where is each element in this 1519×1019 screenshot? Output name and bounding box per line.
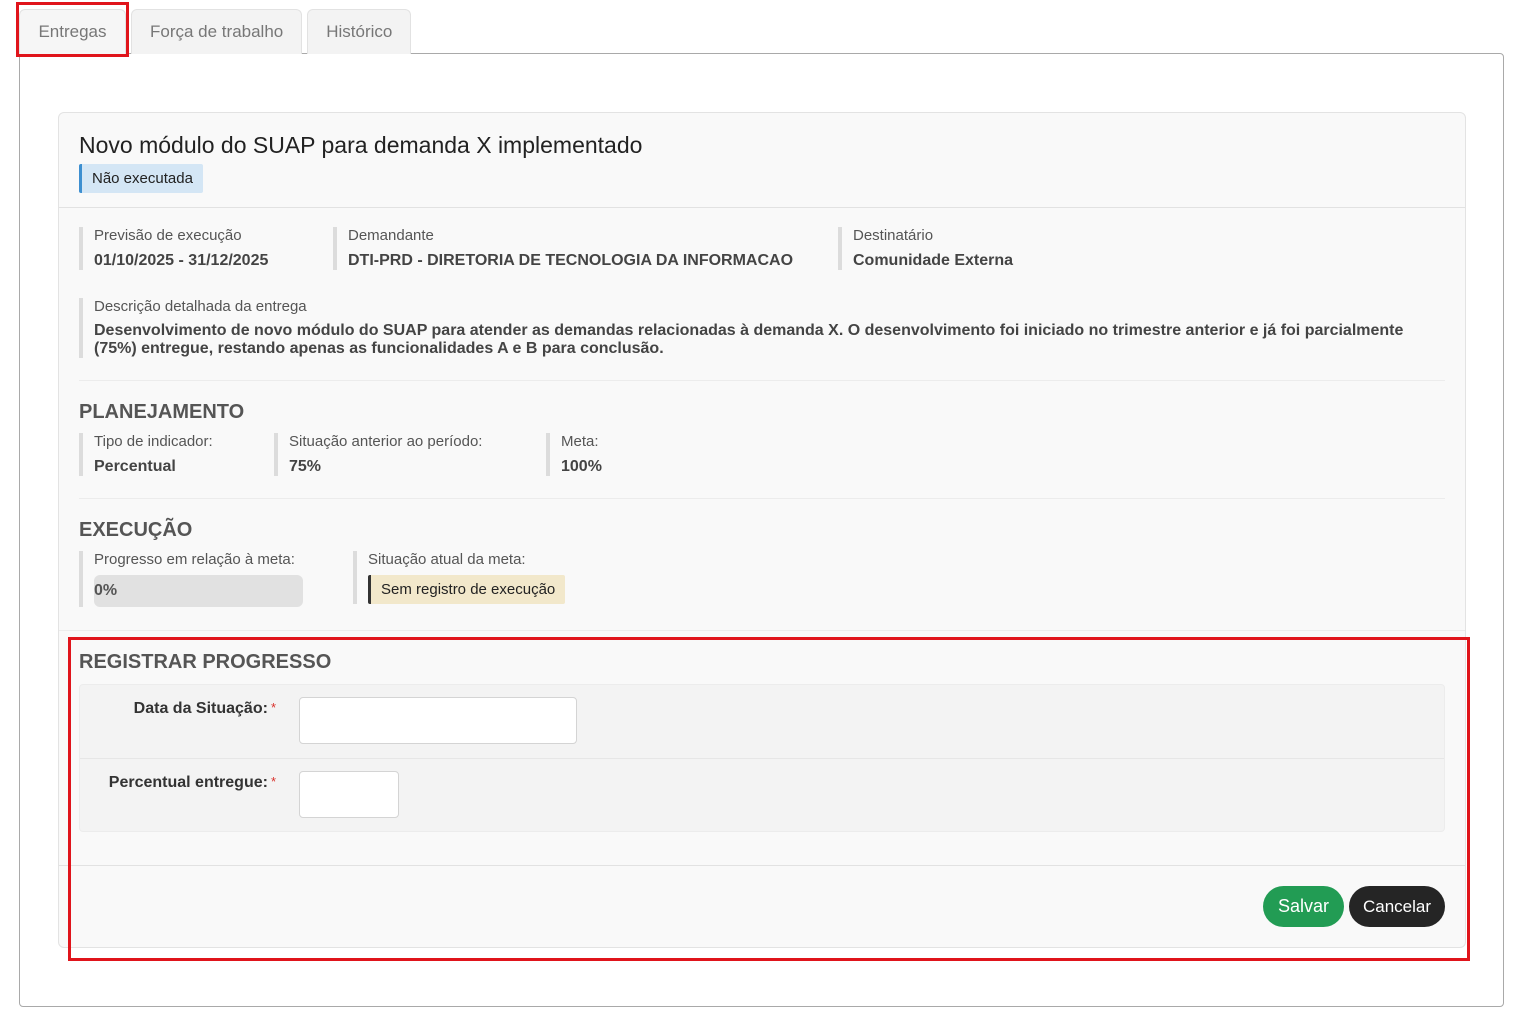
current-status-label: Situação atual da meta: — [368, 551, 526, 568]
save-button[interactable]: Salvar — [1263, 886, 1344, 927]
required-mark: * — [270, 774, 276, 789]
indicator-label: Tipo de indicador: — [94, 433, 213, 450]
progress-label: Progresso em relação à meta: — [94, 551, 295, 568]
requester-label: Demandante — [348, 227, 434, 244]
percent-label: Percentual entregue: * — [109, 774, 276, 792]
required-mark: * — [270, 700, 276, 715]
goal-value: 100% — [561, 458, 602, 475]
divider — [59, 207, 1465, 208]
description-field: Descrição detalhada da entrega Desenvolv… — [79, 298, 1419, 358]
requester-field: Demandante DTI-PRD - DIRETORIA DE TECNOL… — [333, 227, 793, 270]
date-label: Data da Situação: * — [134, 700, 276, 718]
date-label-text: Data da Situação: — [133, 700, 268, 717]
forecast-value: 01/10/2025 - 31/12/2025 — [94, 252, 269, 269]
divider — [59, 630, 1465, 631]
register-title: REGISTRAR PROGRESSO — [79, 651, 332, 673]
percent-label-text: Percentual entregue: — [108, 774, 268, 791]
previous-field: Situação anterior ao período: 75% — [274, 433, 482, 476]
tab-entregas[interactable]: Entregas — [19, 9, 126, 54]
date-input[interactable] — [299, 697, 577, 744]
description-value: Desenvolvimento de novo módulo do SUAP p… — [94, 322, 1404, 357]
previous-value: 75% — [289, 458, 322, 475]
tab-bar: Entregas Força de trabalho Histórico — [19, 9, 412, 54]
progress-text: 0% — [94, 582, 118, 599]
delivery-card: Novo módulo do SUAP para demanda X imple… — [58, 112, 1466, 948]
status-badge: Não executada — [79, 164, 203, 193]
current-status-badge: Sem registro de execução — [368, 575, 566, 604]
percent-row: Percentual entregue: * — [80, 758, 1444, 831]
current-status-field: Situação atual da meta: Sem registro de … — [353, 551, 566, 604]
forecast-label: Previsão de execução — [94, 227, 242, 244]
requester-value: DTI-PRD - DIRETORIA DE TECNOLOGIA DA INF… — [348, 252, 794, 269]
percent-input[interactable] — [299, 771, 399, 818]
execution-title: EXECUÇÃO — [79, 519, 193, 541]
goal-field: Meta: 100% — [546, 433, 602, 476]
description-label: Descrição detalhada da entrega — [94, 298, 307, 315]
divider — [79, 380, 1445, 381]
tab-forca-de-trabalho[interactable]: Força de trabalho — [131, 9, 303, 54]
recipient-label: Destinatário — [853, 227, 934, 244]
forecast-field: Previsão de execução 01/10/2025 - 31/12/… — [79, 227, 268, 270]
recipient-value: Comunidade Externa — [853, 252, 1014, 269]
progress-field: Progresso em relação à meta: 0% — [79, 551, 303, 607]
date-row: Data da Situação: * — [80, 685, 1444, 758]
progress-bar: 0% — [94, 575, 303, 607]
recipient-field: Destinatário Comunidade Externa — [838, 227, 1013, 270]
goal-label: Meta: — [561, 433, 599, 450]
previous-label: Situação anterior ao período: — [289, 433, 483, 450]
indicator-value: Percentual — [94, 458, 176, 475]
delivery-title: Novo módulo do SUAP para demanda X imple… — [79, 132, 643, 158]
cancel-button[interactable]: Cancelar — [1349, 886, 1445, 927]
indicator-field: Tipo de indicador: Percentual — [79, 433, 213, 476]
divider — [59, 865, 1465, 866]
tab-historico[interactable]: Histórico — [307, 9, 412, 54]
divider — [79, 498, 1445, 499]
register-form: Data da Situação: * Percentual entregue: * — [79, 684, 1445, 832]
planning-title: PLANEJAMENTO — [79, 401, 245, 423]
